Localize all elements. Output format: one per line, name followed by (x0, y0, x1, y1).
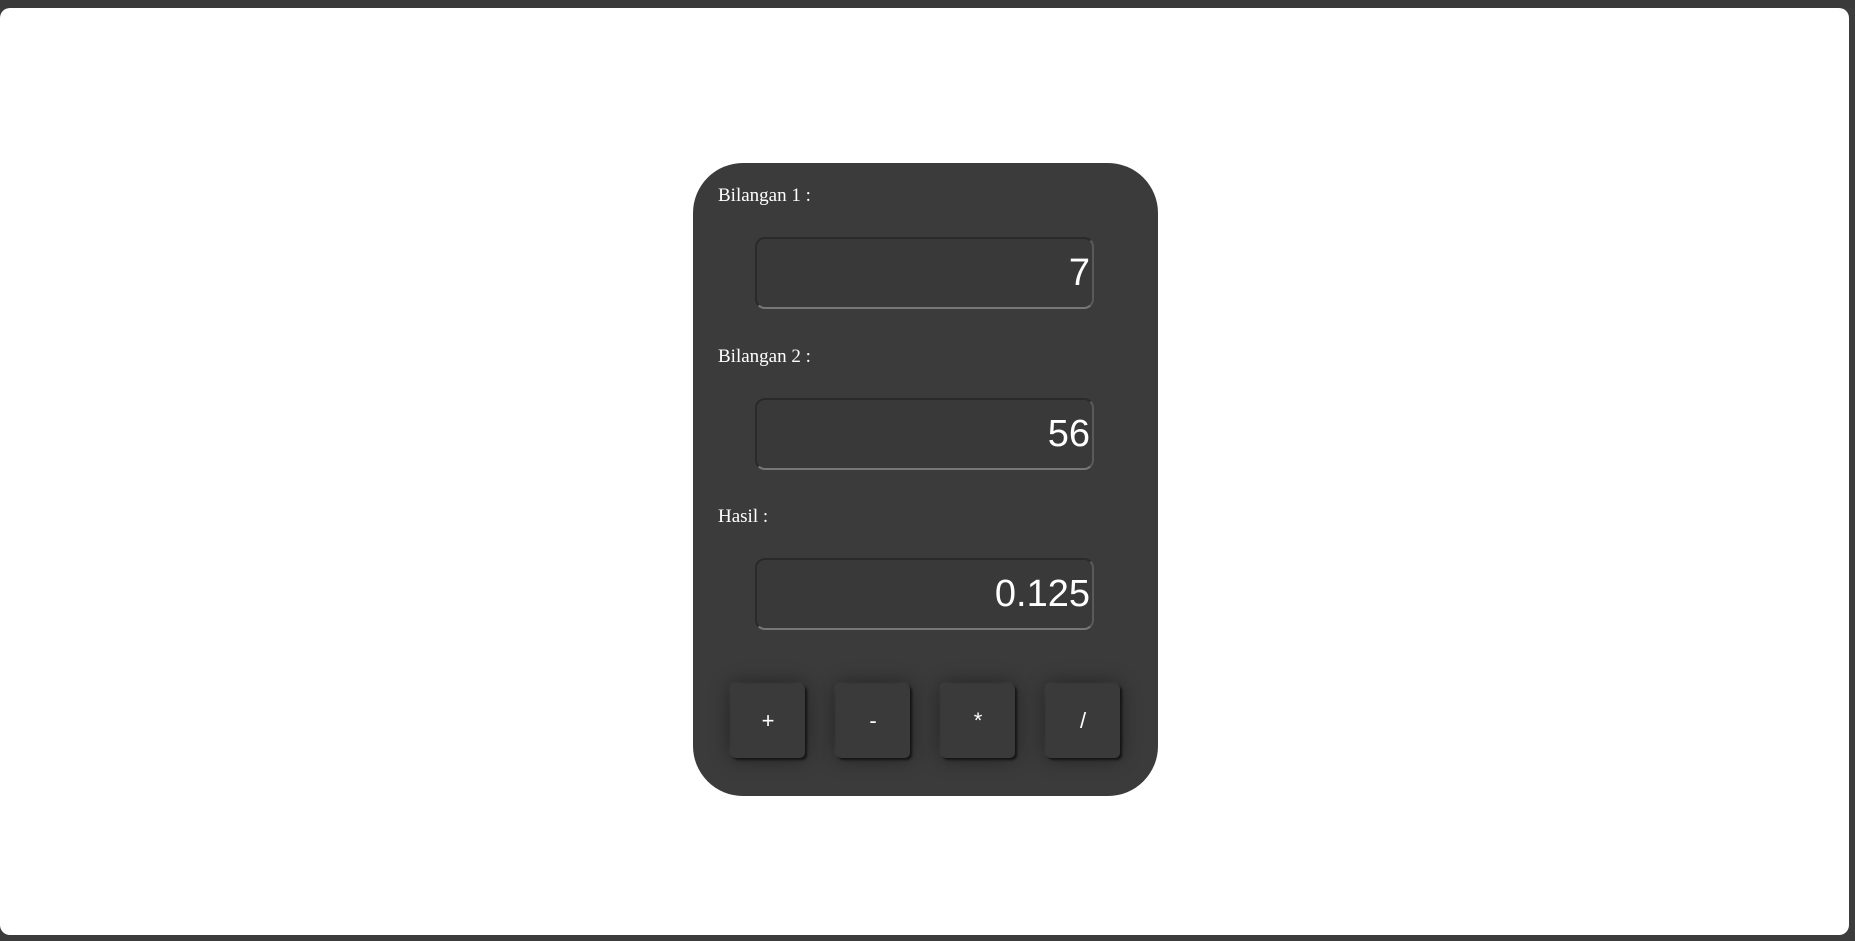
bilangan2-input[interactable] (755, 398, 1094, 470)
calculator-panel: Bilangan 1 : Bilangan 2 : Hasil : + - * … (693, 163, 1158, 796)
bilangan1-label: Bilangan 1 : (718, 185, 811, 206)
hasil-label: Hasil : (718, 506, 769, 527)
hasil-output[interactable] (755, 558, 1094, 630)
page-content: Bilangan 1 : Bilangan 2 : Hasil : + - * … (0, 8, 1849, 935)
add-button[interactable]: + (731, 684, 805, 758)
bilangan1-input[interactable] (755, 237, 1094, 309)
divide-button[interactable]: / (1046, 684, 1120, 758)
subtract-button[interactable]: - (836, 684, 910, 758)
multiply-button[interactable]: * (941, 684, 1015, 758)
bilangan2-label: Bilangan 2 : (718, 346, 811, 367)
window-frame-top (0, 0, 1855, 8)
